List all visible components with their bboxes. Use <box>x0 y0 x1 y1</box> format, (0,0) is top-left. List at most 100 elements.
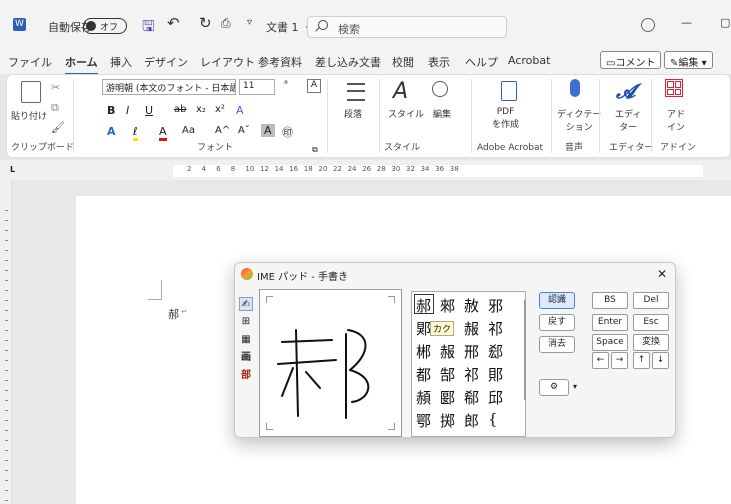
candidate-char[interactable]: 都 <box>416 364 431 385</box>
candidate-char[interactable]: 邪 <box>488 295 503 316</box>
change-case-button[interactable]: Aa <box>182 125 195 136</box>
delete-key[interactable]: Del <box>633 292 669 309</box>
paragraph-icon[interactable] <box>347 83 365 101</box>
enclose-character-button[interactable]: ㊞ <box>282 124 293 140</box>
candidate-char[interactable]: { <box>488 410 498 428</box>
tab-help[interactable]: ヘルプ <box>465 54 498 70</box>
candidate-char[interactable]: 掷 <box>440 410 455 431</box>
arrow-down-key[interactable]: ↓ <box>652 352 669 369</box>
styles-icon[interactable]: A <box>393 79 408 104</box>
space-key[interactable]: Space <box>592 334 628 351</box>
tab-layout[interactable]: レイアウト <box>200 54 255 70</box>
font-size-select[interactable]: 11 <box>239 79 275 95</box>
backspace-key[interactable]: BS <box>592 292 628 309</box>
candidate-char[interactable]: 赧 <box>440 341 455 362</box>
paste-icon[interactable] <box>21 81 41 103</box>
candidate-char[interactable]: 郹 <box>416 318 431 339</box>
search-box[interactable]: 検索 <box>307 16 507 38</box>
tab-review[interactable]: 校閲 <box>392 54 414 70</box>
addins-icon[interactable] <box>665 79 683 97</box>
save-icon[interactable]: 🖫 <box>142 16 155 41</box>
shrink-font-button[interactable]: Aˇ <box>238 125 250 136</box>
cut-icon[interactable]: ✂ <box>51 81 60 94</box>
redo-icon[interactable]: ↻ <box>199 14 212 32</box>
arrow-up-key[interactable]: ↑ <box>633 352 650 369</box>
tab-view[interactable]: 表示 <box>428 54 450 70</box>
autosave-toggle[interactable]: オフ <box>83 18 127 34</box>
horizontal-ruler[interactable]: L 2 4 6 8 10 12 14 16 18 20 22 24 26 28 30 32 34 36 38 <box>0 160 731 180</box>
paste-label[interactable]: 貼り付け <box>11 109 47 122</box>
tab-references[interactable]: 参考資料 <box>258 54 302 70</box>
candidate-char[interactable]: 郜 <box>440 364 455 385</box>
arrow-left-key[interactable]: ← <box>592 352 609 369</box>
document-text[interactable]: 郝 <box>168 306 179 322</box>
tab-mailings[interactable]: 差し込み文書 <box>315 54 381 70</box>
font-name-select[interactable]: 游明朝 (本文のフォント - 日本語) <box>102 79 236 95</box>
character-list-icon[interactable]: ⊞ <box>239 315 253 329</box>
find-icon[interactable] <box>432 81 448 97</box>
styles-label[interactable]: スタイル <box>388 107 424 120</box>
enter-key[interactable]: Enter <box>592 314 628 331</box>
maximize-button[interactable]: ▢ <box>720 16 730 29</box>
candidate-char[interactable]: 祁 <box>488 318 503 339</box>
radical-icon[interactable]: 部 <box>239 369 253 383</box>
candidate-scrollbar[interactable] <box>524 300 526 400</box>
tab-insert[interactable]: 挿入 <box>110 54 132 70</box>
candidate-char[interactable]: 祁 <box>464 364 479 385</box>
font-dialog-launcher-icon[interactable]: ⧉ <box>312 145 318 155</box>
underline-button[interactable]: U <box>145 104 153 117</box>
superscript-button[interactable]: x² <box>215 104 225 115</box>
editing-label[interactable]: 編集 <box>433 107 451 120</box>
candidate-char[interactable]: 赧 <box>464 318 479 339</box>
clear-button[interactable]: 消去 <box>539 336 575 353</box>
candidate-char[interactable]: 郎 <box>464 410 479 431</box>
phonetic-guide-icon[interactable]: A <box>307 79 321 93</box>
edit-mode-button[interactable]: ✎編集 ▾ <box>664 51 713 69</box>
microphone-icon[interactable] <box>570 79 580 97</box>
tab-file[interactable]: ファイル <box>8 54 52 70</box>
candidate-char[interactable]: 郗 <box>464 387 479 408</box>
dictate-label[interactable]: ディクテー ション <box>557 107 601 133</box>
user-avatar-icon[interactable] <box>641 18 655 32</box>
addins-label[interactable]: アド イン <box>667 107 685 133</box>
character-shading-button[interactable]: A <box>261 124 275 137</box>
highlight-button[interactable]: ℓ <box>133 125 138 141</box>
candidate-char[interactable]: 郄 <box>488 341 503 362</box>
italic-button[interactable]: I <box>126 104 129 117</box>
subscript-button[interactable]: x₂ <box>196 104 206 115</box>
clear-format-button[interactable]: A <box>236 104 244 117</box>
recognize-button[interactable]: 認識 <box>539 292 575 309</box>
font-color-button[interactable]: A <box>159 125 167 141</box>
revert-button[interactable]: 戻す <box>539 314 575 331</box>
soft-keyboard-icon[interactable]: ▦ <box>239 333 253 347</box>
candidate-char[interactable]: 鄂 <box>416 410 431 431</box>
format-painter-icon[interactable]: 🖌 <box>51 121 65 134</box>
candidate-char[interactable]: 邱 <box>488 387 503 408</box>
quick-access-icon[interactable]: ⎙ <box>221 16 231 31</box>
options-dropdown-icon[interactable]: ▾ <box>573 382 577 391</box>
candidate-char[interactable]: 郾 <box>440 387 455 408</box>
candidate-char[interactable]: 郲 <box>440 295 455 316</box>
handwriting-canvas[interactable] <box>259 289 402 437</box>
arrow-right-key[interactable]: → <box>611 352 628 369</box>
editor-icon[interactable]: 𝓐 <box>616 79 635 103</box>
font-size-change-icon[interactable]: ᵃ <box>284 79 288 90</box>
convert-key[interactable]: 変換 <box>633 334 669 351</box>
copy-icon[interactable]: ⧉ <box>51 101 59 115</box>
candidate-char[interactable]: 郥 <box>488 364 503 385</box>
pdf-icon[interactable] <box>501 81 517 101</box>
stroke-count-icon[interactable]: 画 <box>239 351 253 365</box>
tab-home[interactable]: ホーム <box>65 54 98 75</box>
pdf-label[interactable]: PDF を作成 <box>492 107 519 130</box>
editor-label[interactable]: エディ ター <box>615 107 641 133</box>
close-icon[interactable]: ✕ <box>657 267 667 281</box>
minimize-button[interactable]: — <box>681 16 692 29</box>
tab-acrobat[interactable]: Acrobat <box>508 54 550 67</box>
grow-font-button[interactable]: A^ <box>215 125 230 136</box>
tab-selector-icon[interactable]: L <box>10 165 15 174</box>
candidate-char[interactable]: 郴 <box>416 341 431 362</box>
comment-button[interactable]: ▭コメント <box>600 51 662 69</box>
tab-design[interactable]: デザイン <box>144 54 188 70</box>
customize-qat-icon[interactable]: ▿ <box>247 17 252 28</box>
handwriting-mode-icon[interactable]: ✍ <box>239 297 253 311</box>
